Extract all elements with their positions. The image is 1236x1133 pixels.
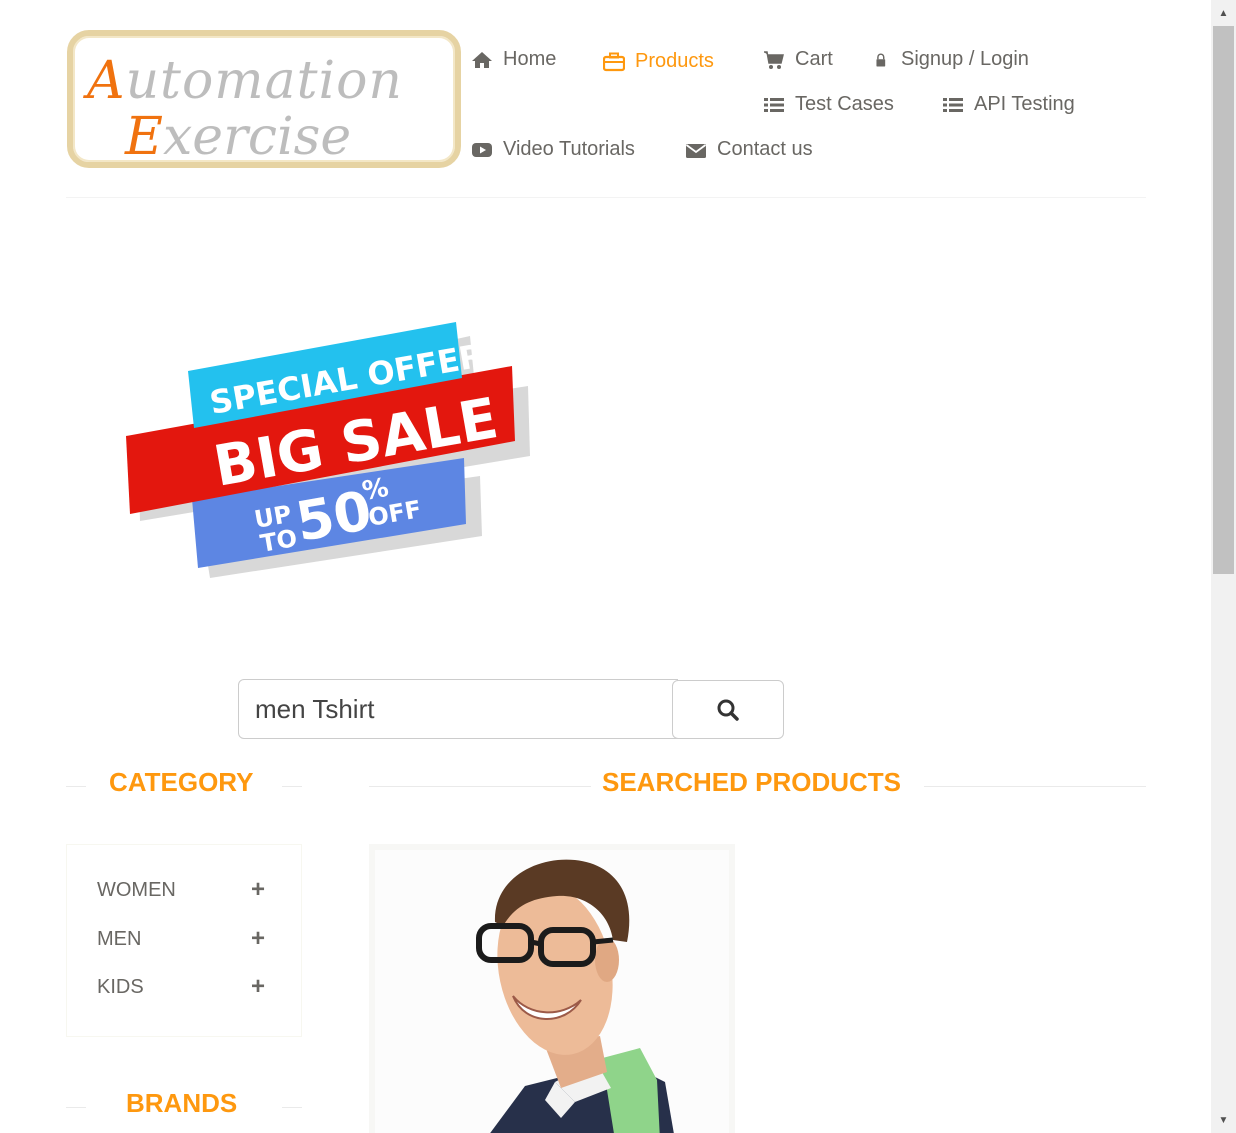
cart-icon [764,50,784,69]
nav-cart[interactable]: Cart [763,48,833,71]
scroll-down-arrow-icon[interactable]: ▼ [1211,1109,1236,1131]
category-women[interactable]: Women + [97,876,277,904]
logo-line-2: E [124,107,163,162]
category-kids-label: Kids [97,975,144,998]
nav-home[interactable]: Home [471,48,556,71]
category-women-label: Women [97,878,176,901]
svg-text:Automation: Automation [83,51,403,111]
nav-home-label: Home [503,48,557,70]
nav-signup-login-label: Signup / Login [901,48,1029,70]
plus-icon[interactable]: + [251,973,265,1001]
plus-icon[interactable]: + [251,925,265,953]
briefcase-icon [603,52,625,71]
plus-icon[interactable]: + [251,876,265,904]
products-title-line-left [369,786,591,787]
search-icon [717,699,739,721]
scrollbar-thumb[interactable] [1213,26,1234,574]
nav-products[interactable]: Products [603,50,714,73]
logo-initial-a: A [83,51,126,111]
nav-signup-login[interactable]: Signup / Login [875,48,1029,71]
list-icon [943,97,963,112]
category-title: Category [109,767,254,797]
site-logo[interactable]: Automation Exercise [67,30,461,168]
product-image [375,850,729,1133]
lock-icon [876,53,886,67]
special-offer-banner: SPECIAL OFFER BIG SALE UP TO 50 % OFF [120,316,540,586]
nav-video-tutorials[interactable]: Video Tutorials [471,138,635,161]
vertical-scrollbar[interactable]: ▲ ▼ [1211,0,1236,1133]
nav-test-cases-label: Test Cases [795,93,894,115]
category-panel: Women + Men + Kids + [66,844,302,1037]
nav-contact-us-label: Contact us [717,138,813,160]
brands-title: Brands [126,1088,238,1118]
search-submit-button[interactable] [672,680,784,739]
category-men-label: Men [97,927,142,950]
nav-video-tutorials-label: Video Tutorials [503,138,635,160]
category-title-line-right [282,786,302,787]
nav-contact-us[interactable]: Contact us [685,138,813,161]
svg-text:Exercise: Exercise [124,107,351,162]
envelope-icon [685,143,707,158]
search-product-input[interactable] [238,679,678,739]
scroll-up-arrow-icon[interactable]: ▲ [1211,2,1236,24]
product-card[interactable] [369,844,735,1133]
category-title-line-left [66,786,86,787]
nav-test-cases[interactable]: Test Cases [763,93,894,116]
logo-rest: utomation [126,51,403,111]
logo-rest: xercise [163,107,351,162]
nav-api-testing[interactable]: API Testing [942,93,1075,116]
home-icon [472,51,492,68]
searched-products-title: Searched Products [602,767,902,797]
brands-title-line-left [66,1107,86,1108]
nav-api-testing-label: API Testing [974,93,1075,115]
category-kids[interactable]: Kids + [97,973,277,1001]
list-icon [764,97,784,112]
brands-title-line-right [282,1107,302,1108]
category-men[interactable]: Men + [97,925,277,953]
products-title-line-right [924,786,1146,787]
nav-cart-label: Cart [795,48,833,70]
header-divider [66,197,1146,198]
youtube-play-icon [472,142,492,157]
nav-products-label: Products [635,50,714,72]
